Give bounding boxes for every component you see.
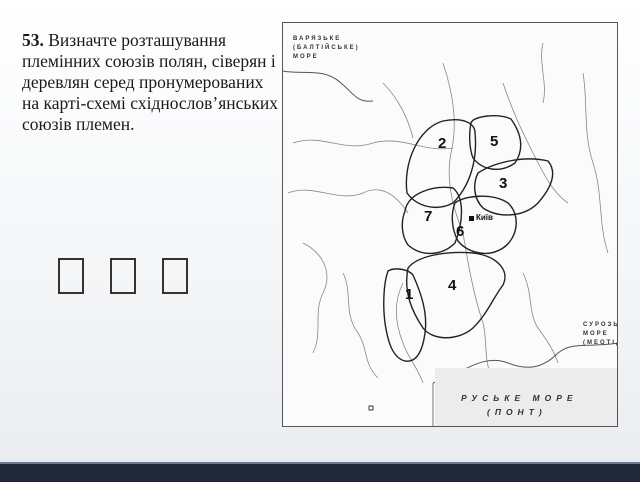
region-6: 6 xyxy=(456,223,465,240)
region-7: 7 xyxy=(424,208,433,225)
region-4: 4 xyxy=(448,277,457,294)
answer-box-1[interactable] xyxy=(58,258,84,294)
map-drawing xyxy=(283,42,617,426)
answer-box-2[interactable] xyxy=(110,258,136,294)
region-3: 3 xyxy=(499,175,508,192)
baltic-sea-label: ВАРЯЗЬКЕ (БАЛТІЙСЬКЕ) МОРЕ xyxy=(293,36,360,60)
task-text-block: 53. Визначте розташування племінних союз… xyxy=(22,30,284,135)
region-5: 5 xyxy=(490,133,499,150)
kyiv-marker xyxy=(469,216,474,221)
region-2: 2 xyxy=(438,135,447,152)
task-question: Визначте розташування племінних союзів п… xyxy=(22,30,279,134)
azov-sea-label: СУРОЗЬКЕ МОРЕ (МЕОТІДА) xyxy=(583,322,617,346)
black-sea-label: РУСЬКЕ МОРЕ (ПОНТ) xyxy=(461,393,578,417)
region-1: 1 xyxy=(405,286,414,303)
answer-box-3[interactable] xyxy=(162,258,188,294)
task-number: 53. xyxy=(22,30,44,50)
tribal-unions-map: ВАРЯЗЬКЕ (БАЛТІЙСЬКЕ) МОРЕ СУРОЗЬКЕ МОРЕ… xyxy=(282,22,618,427)
answer-slots xyxy=(58,258,188,294)
kyiv-label: Київ xyxy=(476,213,493,222)
footer-bar xyxy=(0,462,640,482)
